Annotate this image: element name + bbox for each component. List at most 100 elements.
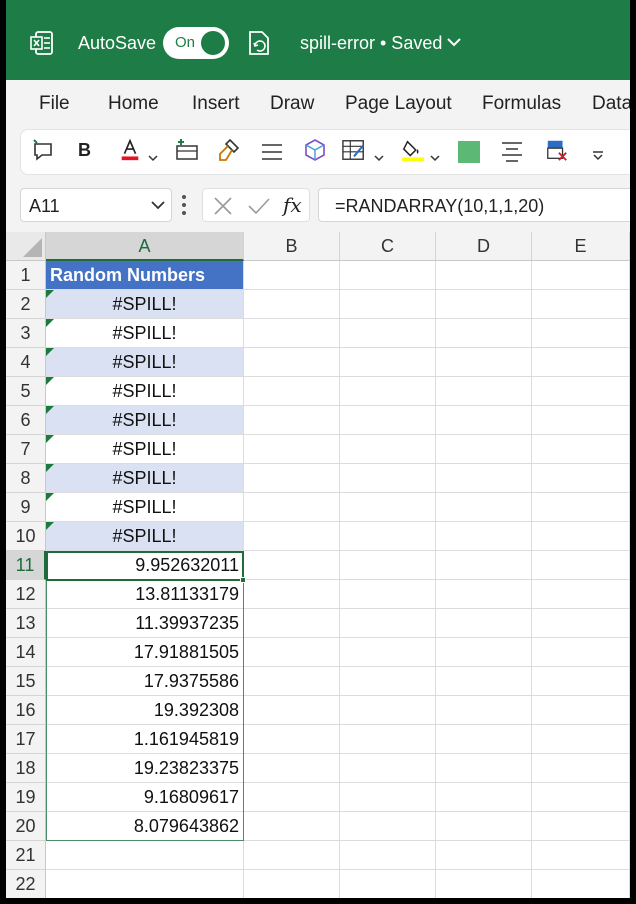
row-header-19[interactable]: 19 xyxy=(6,783,46,812)
cell-d12[interactable] xyxy=(436,580,532,609)
comment-icon[interactable] xyxy=(32,138,54,162)
insert-cells-icon[interactable] xyxy=(174,138,200,162)
cell-e18[interactable] xyxy=(532,754,630,783)
cell-c11[interactable] xyxy=(340,551,436,580)
tab-file[interactable]: File xyxy=(39,93,70,115)
fill-color-swatch[interactable] xyxy=(458,141,480,163)
cell-e19[interactable] xyxy=(532,783,630,812)
row-header-8[interactable]: 8 xyxy=(6,464,46,493)
formula-input[interactable]: =RANDARRAY(10,1,1,20) xyxy=(318,188,630,222)
cell-d6[interactable] xyxy=(436,406,532,435)
row-header-18[interactable]: 18 xyxy=(6,754,46,783)
cell-a1[interactable]: Random Numbers xyxy=(46,261,244,290)
row-header-2[interactable]: 2 xyxy=(6,290,46,319)
cell-d19[interactable] xyxy=(436,783,532,812)
cell-e15[interactable] xyxy=(532,667,630,696)
cell-e11[interactable] xyxy=(532,551,630,580)
cell-d17[interactable] xyxy=(436,725,532,754)
cell-b16[interactable] xyxy=(244,696,340,725)
cell-e8[interactable] xyxy=(532,464,630,493)
cell-a21[interactable] xyxy=(46,841,244,870)
column-header-b[interactable]: B xyxy=(244,232,340,261)
cell-d18[interactable] xyxy=(436,754,532,783)
insert-function-button[interactable]: fx xyxy=(283,193,302,217)
cell-a9[interactable]: #SPILL! xyxy=(46,493,244,522)
cell-e5[interactable] xyxy=(532,377,630,406)
row-header-6[interactable]: 6 xyxy=(6,406,46,435)
cell-a4[interactable]: #SPILL! xyxy=(46,348,244,377)
cell-b10[interactable] xyxy=(244,522,340,551)
select-all-corner[interactable] xyxy=(6,232,46,261)
cell-c5[interactable] xyxy=(340,377,436,406)
cell-c20[interactable] xyxy=(340,812,436,841)
cell-e1[interactable] xyxy=(532,261,630,290)
row-header-13[interactable]: 13 xyxy=(6,609,46,638)
chevron-down-icon[interactable] xyxy=(446,36,462,48)
column-header-c[interactable]: C xyxy=(340,232,436,261)
cell-d11[interactable] xyxy=(436,551,532,580)
cell-c6[interactable] xyxy=(340,406,436,435)
tab-page-layout[interactable]: Page Layout xyxy=(345,93,452,115)
cell-a3[interactable]: #SPILL! xyxy=(46,319,244,348)
cell-b6[interactable] xyxy=(244,406,340,435)
cell-b14[interactable] xyxy=(244,638,340,667)
cell-b9[interactable] xyxy=(244,493,340,522)
cell-a22[interactable] xyxy=(46,870,244,898)
row-header-1[interactable]: 1 xyxy=(6,261,46,290)
cell-b21[interactable] xyxy=(244,841,340,870)
cell-e6[interactable] xyxy=(532,406,630,435)
cancel-icon[interactable] xyxy=(213,196,233,216)
cell-b15[interactable] xyxy=(244,667,340,696)
cell-e12[interactable] xyxy=(532,580,630,609)
center-align-icon[interactable] xyxy=(500,140,524,164)
cell-e16[interactable] xyxy=(532,696,630,725)
cell-c18[interactable] xyxy=(340,754,436,783)
cell-c3[interactable] xyxy=(340,319,436,348)
cell-e4[interactable] xyxy=(532,348,630,377)
cell-c21[interactable] xyxy=(340,841,436,870)
cell-b11[interactable] xyxy=(244,551,340,580)
row-header-20[interactable]: 20 xyxy=(6,812,46,841)
row-header-12[interactable]: 12 xyxy=(6,580,46,609)
cell-e20[interactable] xyxy=(532,812,630,841)
cell-d20[interactable] xyxy=(436,812,532,841)
cell-d7[interactable] xyxy=(436,435,532,464)
cell-a8[interactable]: #SPILL! xyxy=(46,464,244,493)
save-sync-icon[interactable] xyxy=(246,29,272,57)
chevron-down-icon[interactable] xyxy=(151,200,165,210)
row-header-7[interactable]: 7 xyxy=(6,435,46,464)
tab-data[interactable]: Data xyxy=(592,93,630,115)
enter-check-icon[interactable] xyxy=(247,196,271,216)
row-header-22[interactable]: 22 xyxy=(6,870,46,898)
cell-d22[interactable] xyxy=(436,870,532,898)
cell-e10[interactable] xyxy=(532,522,630,551)
chevron-down-icon[interactable] xyxy=(148,146,158,170)
cell-c10[interactable] xyxy=(340,522,436,551)
cell-c4[interactable] xyxy=(340,348,436,377)
cell-e3[interactable] xyxy=(532,319,630,348)
cell-c16[interactable] xyxy=(340,696,436,725)
row-header-14[interactable]: 14 xyxy=(6,638,46,667)
tab-insert[interactable]: Insert xyxy=(192,93,240,115)
highlight-fill-icon[interactable] xyxy=(400,138,426,162)
chevron-down-icon[interactable] xyxy=(430,146,440,170)
cell-b8[interactable] xyxy=(244,464,340,493)
cell-b7[interactable] xyxy=(244,435,340,464)
cell-d15[interactable] xyxy=(436,667,532,696)
table-format-icon[interactable] xyxy=(340,138,368,162)
cell-c12[interactable] xyxy=(340,580,436,609)
cell-c7[interactable] xyxy=(340,435,436,464)
cell-b19[interactable] xyxy=(244,783,340,812)
document-title[interactable]: spill-error • Saved xyxy=(300,33,442,54)
cell-c1[interactable] xyxy=(340,261,436,290)
tab-formulas[interactable]: Formulas xyxy=(482,93,561,115)
cell-c2[interactable] xyxy=(340,290,436,319)
chevron-down-icon[interactable] xyxy=(374,146,384,170)
autosave-toggle[interactable]: On xyxy=(163,27,229,59)
row-header-4[interactable]: 4 xyxy=(6,348,46,377)
row-header-11[interactable]: 11 xyxy=(6,551,46,580)
bold-button[interactable]: B xyxy=(78,140,91,164)
tab-home[interactable]: Home xyxy=(108,93,159,115)
cell-a6[interactable]: #SPILL! xyxy=(46,406,244,435)
cell-c15[interactable] xyxy=(340,667,436,696)
